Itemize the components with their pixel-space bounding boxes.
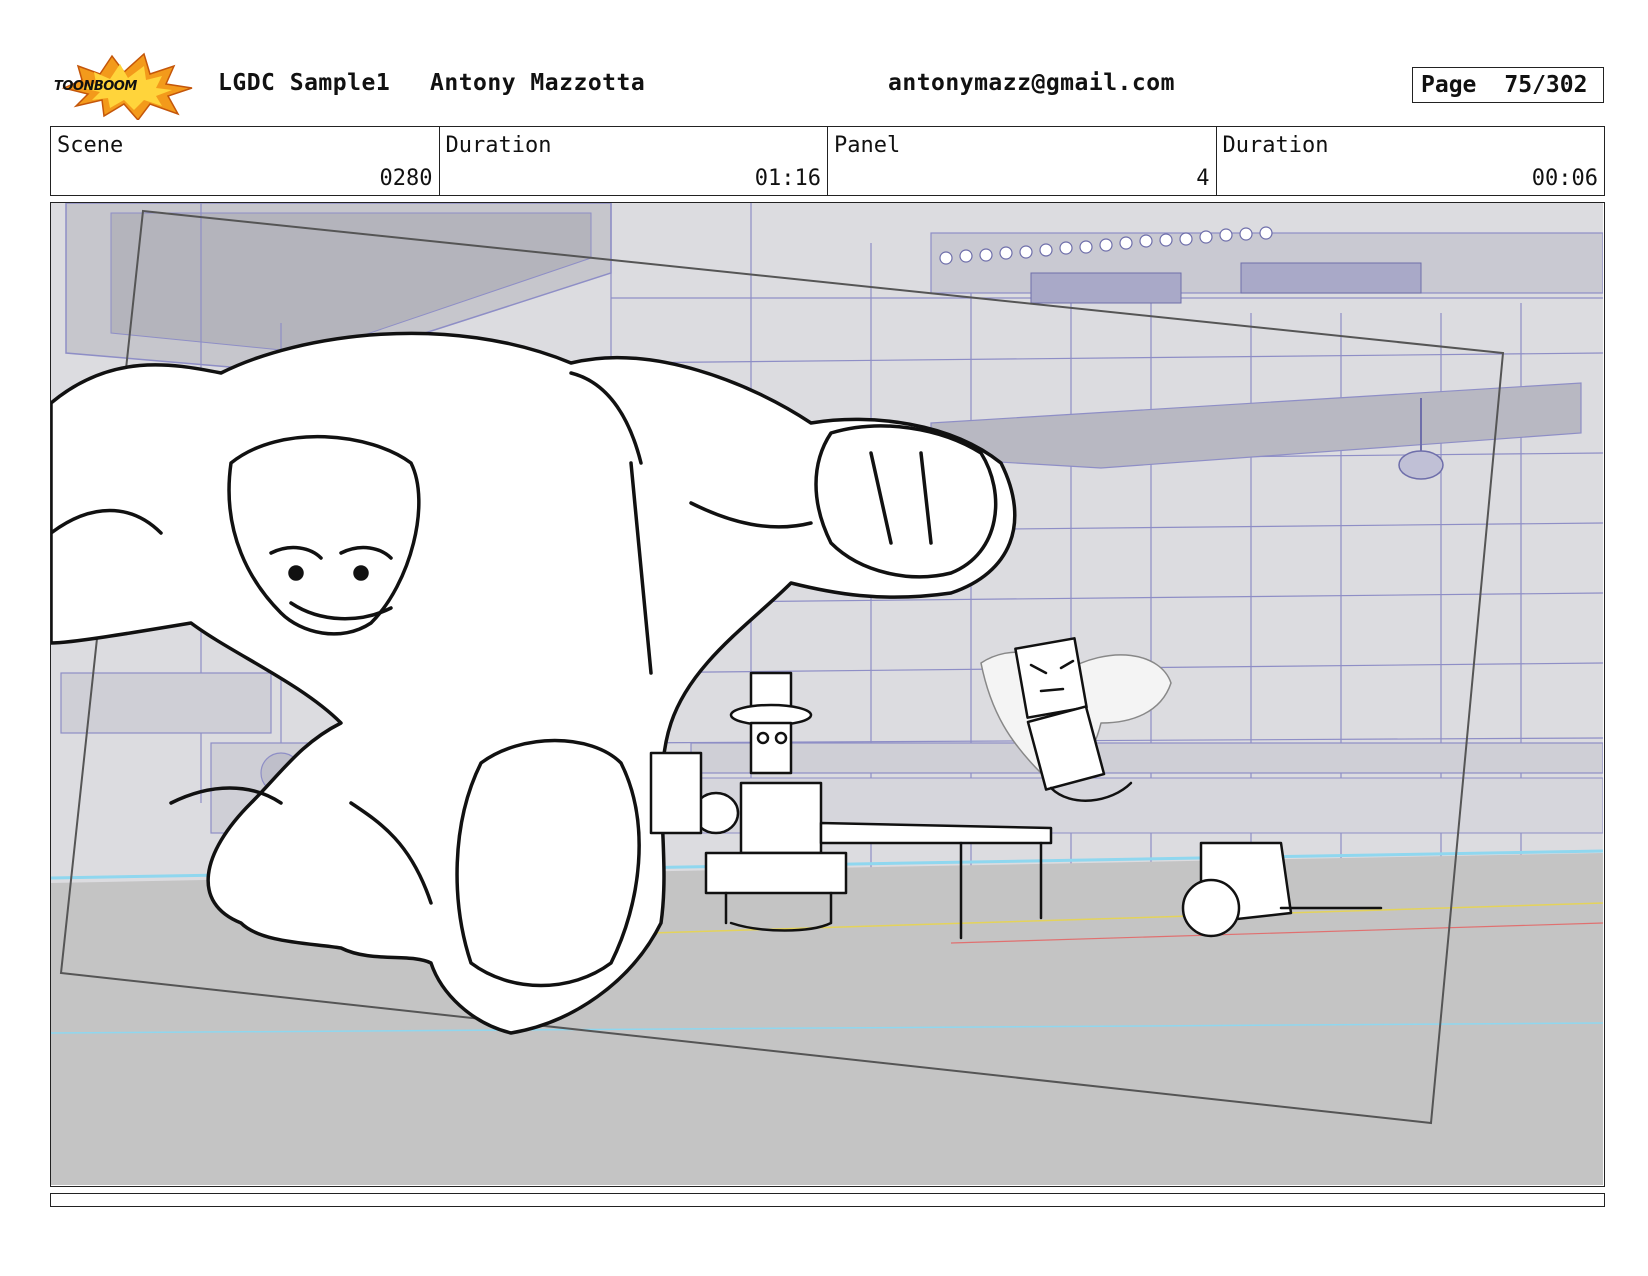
panel-duration-cell: Duration 00:06: [1217, 127, 1605, 195]
scene-duration-value: 01:16: [754, 166, 821, 191]
scene-duration-cell: Duration 01:16: [440, 127, 828, 195]
author-name: Antony Mazzotta: [430, 70, 646, 96]
page-label: Page: [1421, 72, 1477, 98]
panel-value: 4: [1196, 166, 1210, 191]
page-counter: Page 75/302: [1412, 67, 1604, 103]
page-value: 75/302: [1504, 72, 1588, 98]
project-name: LGDC Sample1: [218, 70, 391, 96]
author-email: antonymazz@gmail.com: [888, 70, 1175, 96]
scene-value: 0280: [379, 166, 433, 191]
panel-cell: Panel 4: [828, 127, 1217, 195]
hanging-lamp: [1398, 450, 1444, 480]
toonboom-logo: TOONBOOM: [52, 50, 202, 122]
scene-cell: Scene 0280: [51, 127, 440, 195]
panel-label: Panel: [834, 133, 901, 158]
panel-duration-value: 00:06: [1531, 166, 1598, 191]
logo-text: TOONBOOM: [54, 79, 137, 94]
scene-info-table: Scene 0280 Duration 01:16 Panel 4 Durati…: [50, 126, 1605, 196]
scene-duration-label: Duration: [445, 133, 552, 158]
panel-duration-label: Duration: [1222, 133, 1329, 158]
panel-footer-bar: [50, 1193, 1605, 1207]
storyboard-panel-image: [50, 202, 1605, 1187]
scene-label: Scene: [57, 133, 124, 158]
